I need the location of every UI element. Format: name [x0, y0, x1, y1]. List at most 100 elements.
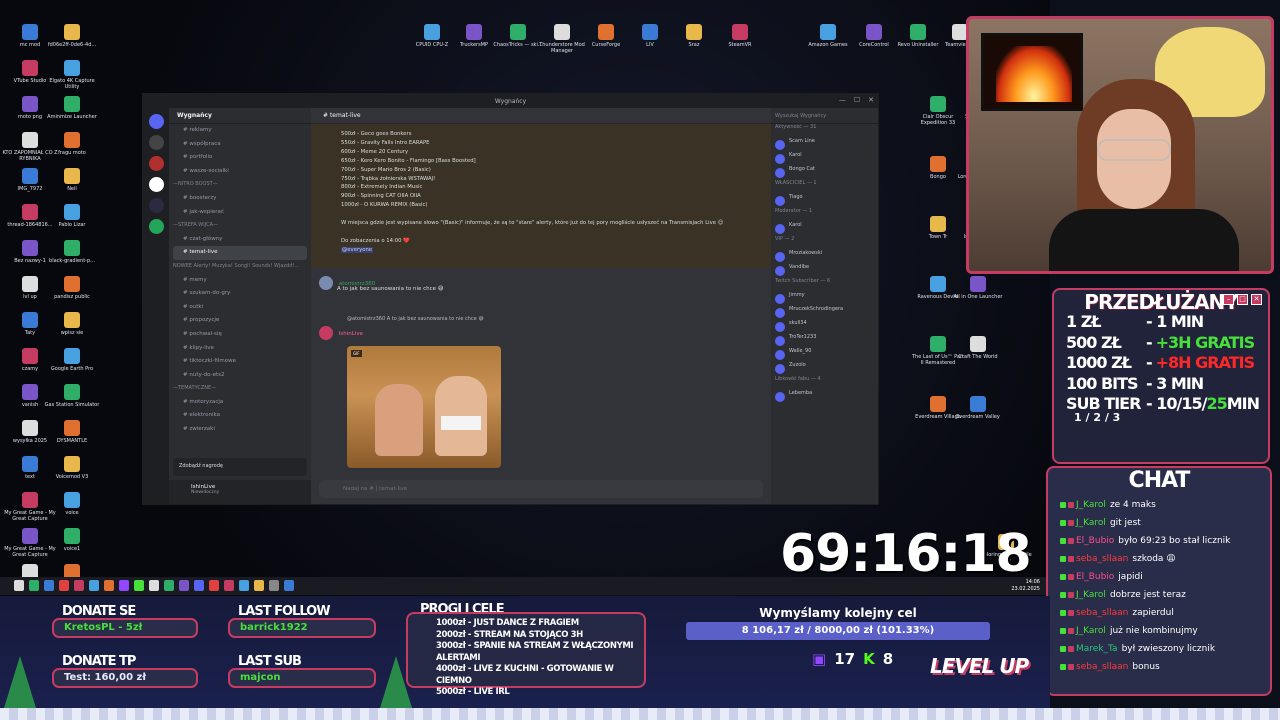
channel-category[interactable]: —TEMATYCZNE—	[169, 382, 311, 396]
channel-item[interactable]: # jak-wspierać	[169, 206, 311, 220]
channel-item[interactable]: # szukam-do-gry	[169, 287, 311, 301]
avatar[interactable]	[319, 276, 333, 290]
taskbar-app-icon[interactable]	[209, 580, 219, 591]
channel-item[interactable]: # klipy-live	[169, 342, 311, 356]
add-server-icon[interactable]	[148, 219, 164, 234]
taskbar-app-icon[interactable]	[14, 580, 24, 591]
taskbar-app-icon[interactable]	[224, 580, 234, 591]
desktop-icon[interactable]: Neil	[44, 168, 100, 192]
member-item[interactable]: Scam Line	[771, 138, 878, 152]
desktop-icon[interactable]: All in One Launcher	[950, 276, 1006, 300]
channel-item[interactable]: # czat-główny	[169, 233, 311, 247]
chat-username[interactable]: El_Bubio	[1076, 572, 1114, 582]
desktop-icon[interactable]: Voicemod V3	[44, 456, 100, 480]
channel-item[interactable]: # tiktoczki-filmowe	[169, 355, 311, 369]
desktop-icon[interactable]: fd06e2ff-0de6-4d...	[44, 24, 100, 48]
desktop-icon[interactable]: Google Earth Pro	[44, 348, 100, 372]
taskbar-app-icon[interactable]	[29, 580, 39, 591]
taskbar-app-icon[interactable]	[179, 580, 189, 591]
channel-category[interactable]: NOWEE Alerty! Muzyka! Songi! Sounds! Wja…	[169, 260, 311, 274]
search-input[interactable]: Wyszukaj Wygnańcy	[771, 108, 878, 124]
member-item[interactable]: Jimmy	[771, 292, 878, 306]
chat-username[interactable]: El_Bubio	[1076, 536, 1114, 546]
taskbar-app-icon[interactable]	[74, 580, 84, 591]
chat-username[interactable]: seba_sllaan	[1076, 608, 1128, 618]
server-icon[interactable]	[148, 156, 164, 171]
member-item[interactable]: Walle_90	[771, 348, 878, 362]
desktop-icon[interactable]: voice1	[44, 528, 100, 552]
server-name[interactable]: Wygnańcy	[169, 108, 311, 124]
member-item[interactable]: Vandlbe	[771, 264, 878, 278]
desktop-icon[interactable]: SteamVR	[712, 24, 768, 48]
desktop-icon[interactable]: fragu moto	[44, 132, 100, 156]
chat-username[interactable]: J_Karol	[1076, 590, 1106, 600]
server-icon[interactable]	[148, 177, 164, 192]
nitro-banner[interactable]: Zdobądź nagrodę	[173, 458, 307, 476]
channel-item[interactable]: # outki	[169, 301, 311, 315]
channel-item[interactable]: # temat-live	[173, 246, 307, 260]
channel-item[interactable]: # nuty-do-ets2	[169, 369, 311, 383]
desktop-icon[interactable]: wpisz sie	[44, 312, 100, 336]
message-input[interactable]: Nadaj na # | temat-live	[319, 480, 763, 498]
desktop-icon[interactable]: black-gradient-p...	[44, 240, 100, 264]
channel-item[interactable]: # reklamy	[169, 124, 311, 138]
desktop-icon[interactable]: Gas Station Simulator	[44, 384, 100, 408]
chat-username[interactable]: seba_sllaan	[1076, 554, 1128, 564]
chat-username[interactable]: J_Karol	[1076, 500, 1106, 510]
everyone-mention[interactable]: @everyone	[341, 246, 374, 253]
member-item[interactable]: Karol	[771, 152, 878, 166]
chat-username[interactable]: Marek_Ta	[1076, 644, 1118, 654]
member-item[interactable]: TroTer1233	[771, 334, 878, 348]
minimize-icon[interactable]: —	[839, 96, 846, 104]
reply-preview[interactable]: @atomistrz360 A to jak bez saunowania to…	[347, 316, 484, 322]
channel-item[interactable]: # współpraca	[169, 138, 311, 152]
desktop-icon[interactable]: Aminmize Launcher	[44, 96, 100, 120]
desktop-icon[interactable]: Craft The World	[950, 336, 1006, 360]
discord-home-icon[interactable]	[148, 114, 164, 129]
channel-item[interactable]: # wasze-socialki	[169, 165, 311, 179]
desktop-icon[interactable]: voice	[44, 492, 100, 516]
taskbar-app-icon[interactable]	[284, 580, 294, 591]
gif-image[interactable]: GIF	[347, 346, 501, 468]
member-item[interactable]: Mroziakowski	[771, 250, 878, 264]
channel-item[interactable]: # zwierzaki	[169, 423, 311, 437]
chat-username[interactable]: seba_sllaan	[1076, 662, 1128, 672]
member-item[interactable]: skull34	[771, 320, 878, 334]
channel-item[interactable]: # portfolio	[169, 151, 311, 165]
message-author[interactable]: IshinLive	[339, 331, 363, 337]
channel-item[interactable]: # propozycje	[169, 314, 311, 328]
desktop-icon[interactable]: Pablo Lizar	[44, 204, 100, 228]
desktop-icon[interactable]: Elgato 4K Capture Utility	[44, 60, 100, 90]
member-item[interactable]: Tiago	[771, 194, 878, 208]
user-panel[interactable]: IshinLive Niewidoczny	[169, 480, 311, 504]
chat-username[interactable]: J_Karol	[1076, 626, 1106, 636]
taskbar-app-icon[interactable]	[134, 580, 144, 591]
member-item[interactable]: Lebemba	[771, 390, 878, 404]
taskbar-app-icon[interactable]	[44, 580, 54, 591]
avatar[interactable]	[319, 326, 333, 340]
member-item[interactable]: Bongo Cat	[771, 166, 878, 180]
taskbar-app-icon[interactable]	[269, 580, 279, 591]
desktop-icon[interactable]: pandisz public	[44, 276, 100, 300]
taskbar-app-icon[interactable]	[149, 580, 159, 591]
chat-username[interactable]: J_Karol	[1076, 518, 1106, 528]
channel-category[interactable]: —NITRO BOOST—	[169, 178, 311, 192]
desktop-icon[interactable]: DYSMANTLE	[44, 420, 100, 444]
channel-item[interactable]: # pochwal-się	[169, 328, 311, 342]
member-item[interactable]: Karol	[771, 222, 878, 236]
server-icon[interactable]	[148, 198, 164, 213]
taskbar-app-icon[interactable]	[194, 580, 204, 591]
channel-item[interactable]: # motoryzacja	[169, 396, 311, 410]
member-item[interactable]: MruczekSchrodingera	[771, 306, 878, 320]
maximize-icon[interactable]: ☐	[854, 96, 860, 104]
taskbar-app-icon[interactable]	[59, 580, 69, 591]
taskbar-app-icon[interactable]	[104, 580, 114, 591]
taskbar-app-icon[interactable]	[239, 580, 249, 591]
member-item[interactable]: Zuzolo	[771, 362, 878, 376]
channel-item[interactable]: # boosterzy	[169, 192, 311, 206]
channel-item[interactable]: # elektronika	[169, 409, 311, 423]
taskbar-app-icon[interactable]	[89, 580, 99, 591]
channel-category[interactable]: —STREFA WIJCA—	[169, 219, 311, 233]
server-icon[interactable]	[148, 135, 164, 150]
taskbar-app-icon[interactable]	[164, 580, 174, 591]
